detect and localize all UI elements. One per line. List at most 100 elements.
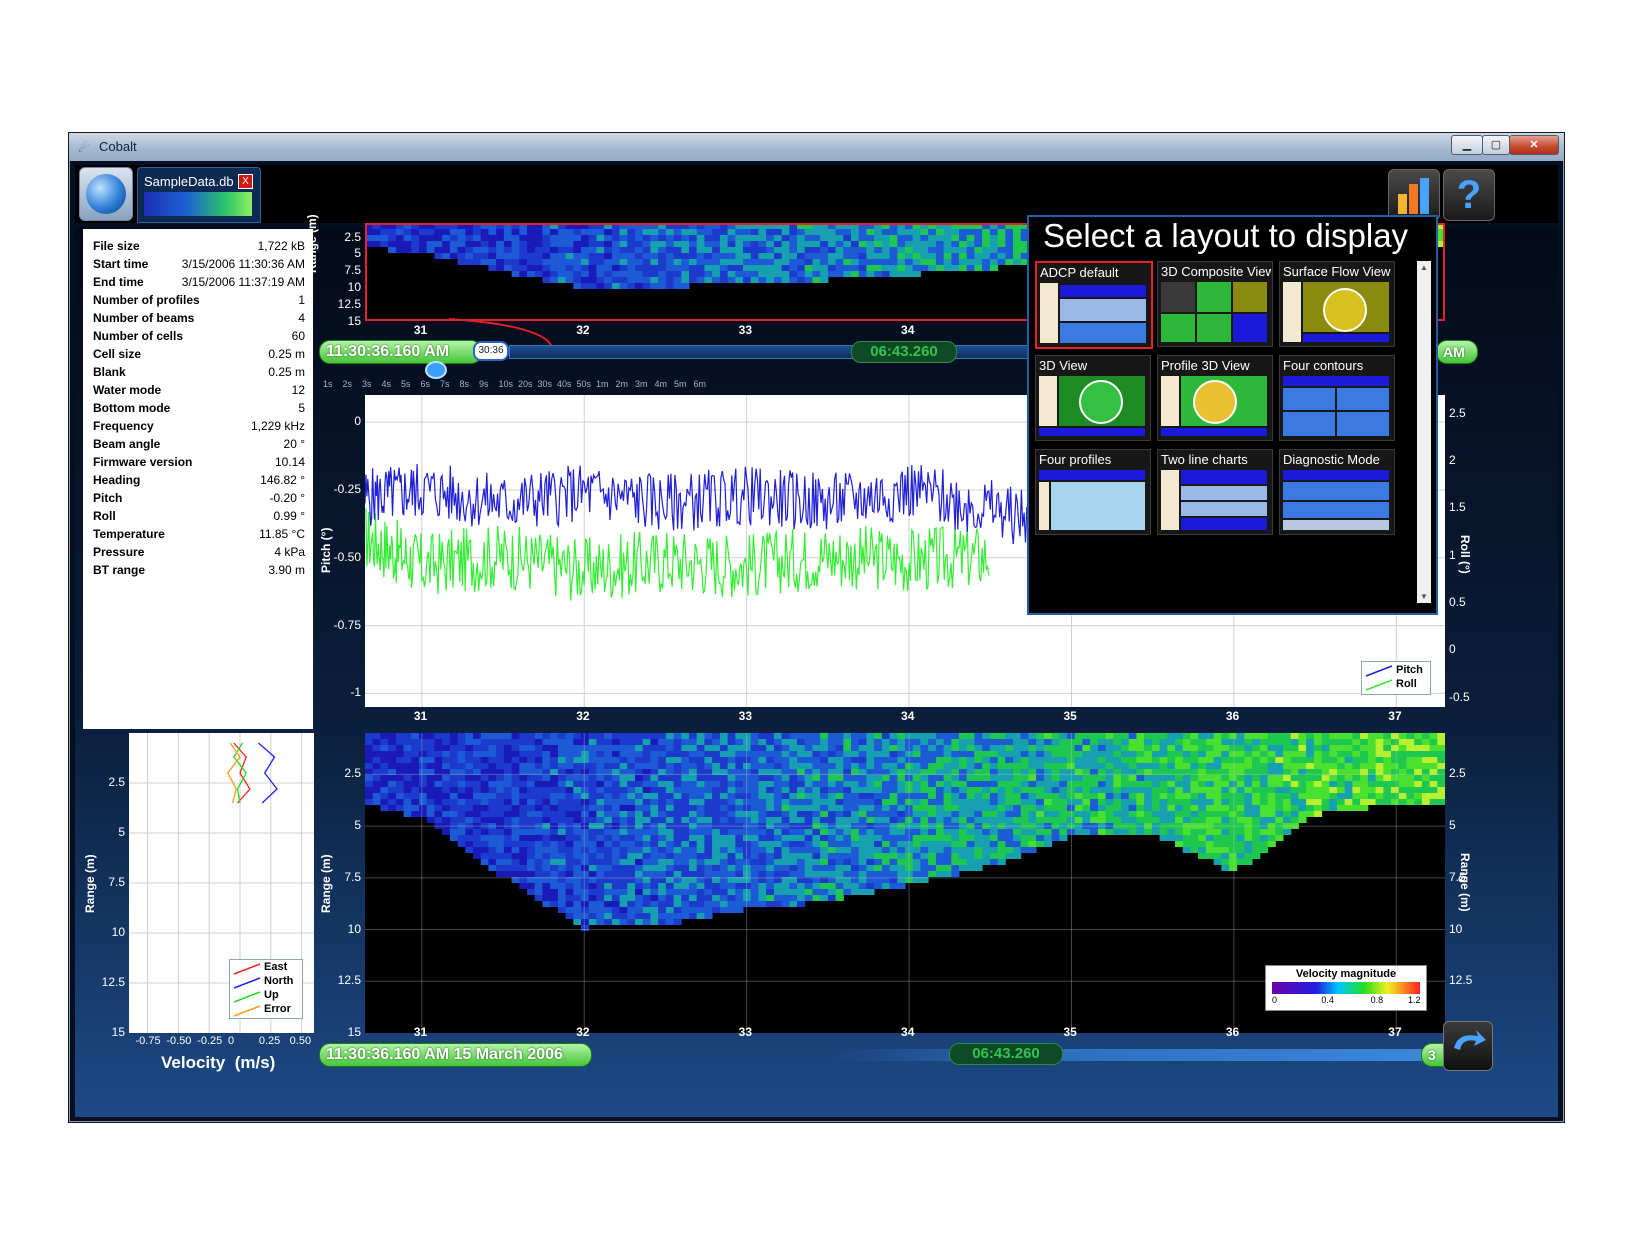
bottom-heat-cell bbox=[565, 853, 574, 859]
help-button[interactable]: ? bbox=[1443, 169, 1495, 221]
bottom-heat-cell bbox=[573, 787, 582, 793]
bottom-heat-cell bbox=[642, 871, 651, 877]
bottom-heat-cell bbox=[372, 733, 381, 739]
bottom-heat-cell bbox=[750, 829, 759, 835]
home-button[interactable] bbox=[79, 167, 133, 221]
bottom-heat-cell bbox=[935, 829, 945, 835]
close-button[interactable]: ✕ bbox=[1509, 135, 1559, 155]
bottom-heat-cell bbox=[1283, 781, 1292, 787]
bottom-heat-cell bbox=[812, 751, 821, 757]
file-tab[interactable]: SampleData.db X bbox=[137, 167, 261, 223]
bottom-heat-cell bbox=[1391, 787, 1400, 793]
bottom-heat-cell bbox=[411, 775, 420, 781]
bottom-heat-cell bbox=[673, 835, 682, 841]
bottom-heat-cell bbox=[912, 763, 921, 769]
top-xtick: 31 bbox=[413, 323, 428, 337]
bottom-heat-cell bbox=[442, 817, 451, 823]
bottom-heat-cell bbox=[712, 805, 721, 811]
scroll-down-icon[interactable]: ▼ bbox=[1420, 592, 1428, 601]
layout-preview-block bbox=[1197, 282, 1231, 312]
file-tab-close-button[interactable]: X bbox=[238, 174, 253, 189]
bottom-heat-cell bbox=[997, 763, 1006, 769]
bottom-heat-cell bbox=[403, 739, 412, 745]
zoom-icon[interactable] bbox=[425, 361, 447, 379]
bottom-heat-cell bbox=[835, 811, 844, 817]
title-bar[interactable]: ☄ Cobalt ▁ ▢ ✕ bbox=[69, 133, 1564, 161]
info-key: Pressure bbox=[93, 545, 145, 559]
bottom-heat-cell bbox=[1259, 739, 1269, 745]
layout-option[interactable]: Diagnostic Mode bbox=[1279, 449, 1395, 535]
profile-xtick: 0 bbox=[228, 1035, 235, 1047]
undo-button[interactable] bbox=[1443, 1021, 1493, 1071]
bottom-heat-cell bbox=[673, 775, 682, 781]
bottom-heat-cell bbox=[534, 859, 543, 865]
bottom-heat-cell bbox=[365, 757, 374, 763]
bottom-heat-cell bbox=[527, 835, 536, 841]
layout-option[interactable]: Two line charts bbox=[1157, 449, 1273, 535]
layout-option[interactable]: Four contours bbox=[1279, 355, 1395, 441]
bottom-heat-cell bbox=[974, 733, 983, 739]
bottom-heat-cell bbox=[1437, 793, 1446, 799]
bottom-heat-cell bbox=[1406, 781, 1415, 787]
bottom-heat-cell bbox=[912, 787, 921, 793]
bottom-heat-cell bbox=[1275, 817, 1284, 823]
scroll-up-icon[interactable]: ▲ bbox=[1420, 263, 1428, 272]
bottom-heat-cell bbox=[565, 847, 574, 853]
layout-option[interactable]: Four profiles bbox=[1035, 449, 1151, 535]
bottom-heat-cell bbox=[681, 787, 690, 793]
layout-option[interactable]: Surface Flow View bbox=[1279, 261, 1395, 347]
bottom-heat-cell bbox=[365, 793, 374, 799]
bottom-heat-cell bbox=[827, 805, 837, 811]
profile-north-line bbox=[258, 742, 278, 804]
bottom-heat-cell bbox=[912, 805, 921, 811]
bottom-heat-cell bbox=[380, 739, 389, 745]
bottom-heat-cell bbox=[781, 901, 790, 907]
bottom-heat-cell bbox=[1344, 781, 1353, 787]
bottom-heat-cell bbox=[380, 781, 389, 787]
bottom-heat-cell bbox=[735, 835, 744, 841]
bottom-heat-cell bbox=[797, 847, 806, 853]
bottom-heat-cell bbox=[1367, 739, 1377, 745]
bottom-heat-cell bbox=[881, 829, 891, 835]
bottom-heat-cell bbox=[912, 793, 921, 799]
profile-ytick: 7.5 bbox=[108, 875, 125, 889]
bottom-heat-cell bbox=[1429, 799, 1438, 805]
layout-option[interactable]: Profile 3D View bbox=[1157, 355, 1273, 441]
timeline-marker[interactable]: 30:36 bbox=[473, 341, 509, 361]
bottom-heat-cell bbox=[1036, 829, 1045, 835]
bottom-heat-cell bbox=[874, 829, 883, 835]
bottom-heat-cell bbox=[1244, 805, 1253, 811]
bottom-heat-cell bbox=[1136, 793, 1145, 799]
layout-scrollbar[interactable]: ▲ ▼ bbox=[1417, 261, 1431, 603]
bottom-time-display[interactable]: 11:30:36.160 AM 15 March 2006 bbox=[319, 1043, 592, 1067]
top-end-time[interactable]: AM bbox=[1436, 340, 1478, 364]
bottom-heat-cell bbox=[858, 859, 867, 865]
bottom-heat-cell bbox=[1159, 751, 1168, 757]
layout-option[interactable]: 3D Composite View bbox=[1157, 261, 1273, 347]
bottom-heat-cell bbox=[604, 883, 613, 889]
roll-ytick: 0.5 bbox=[1449, 595, 1466, 609]
bottom-heat-cell bbox=[1159, 781, 1168, 787]
layout-option[interactable]: ADCP default bbox=[1035, 261, 1153, 349]
bottom-heat-cell bbox=[426, 793, 435, 799]
bottom-scrub-bar[interactable] bbox=[829, 1049, 1425, 1061]
bottom-heat-cell bbox=[1252, 757, 1261, 763]
bottom-heat-cell bbox=[511, 787, 520, 793]
bottom-heat-cell bbox=[935, 793, 945, 799]
minimize-button[interactable]: ▁ bbox=[1451, 135, 1483, 155]
info-value: 4 kPa bbox=[274, 545, 305, 559]
bottom-heat-cell bbox=[1244, 835, 1253, 841]
zoom-step: 2m bbox=[615, 379, 629, 389]
top-time-display[interactable]: 11:30:36.160 AM bbox=[319, 340, 482, 364]
bottom-heat-cell bbox=[781, 817, 790, 823]
bottom-heat-cell bbox=[1375, 757, 1384, 763]
layout-option[interactable]: 3D View bbox=[1035, 355, 1151, 441]
bottom-heat-cell bbox=[604, 757, 613, 763]
bottom-heat-cell bbox=[827, 793, 837, 799]
bottom-heat-cell bbox=[889, 871, 898, 877]
bottom-heat-cell bbox=[712, 865, 721, 871]
bottom-heat-cell bbox=[1437, 733, 1446, 739]
maximize-button[interactable]: ▢ bbox=[1482, 135, 1510, 155]
bottom-heat-cell bbox=[1113, 793, 1122, 799]
chart-layout-button[interactable] bbox=[1388, 169, 1440, 221]
